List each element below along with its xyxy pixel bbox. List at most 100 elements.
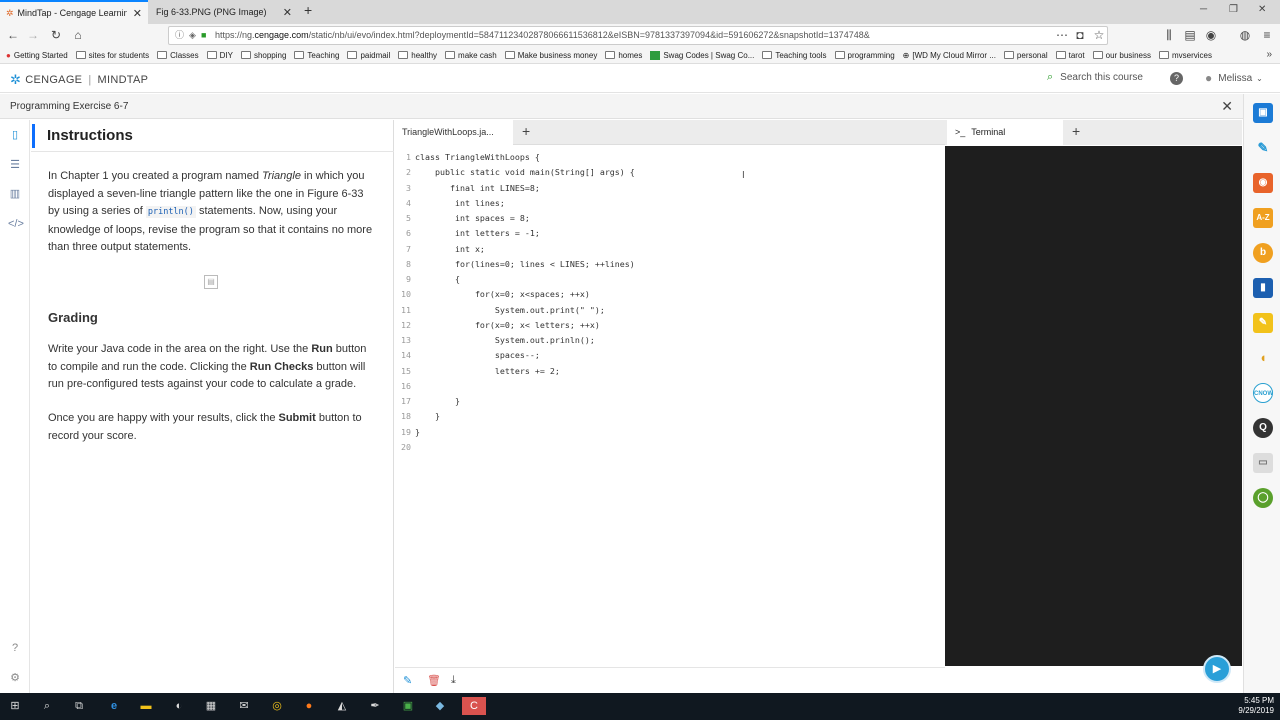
task-view-icon[interactable]: ⧉ <box>69 697 89 715</box>
chart-icon[interactable]: ▥ <box>8 187 22 201</box>
code-line[interactable]: 9 { <box>395 272 945 287</box>
bookmark-item[interactable]: DIY <box>206 51 233 60</box>
account-icon[interactable]: ◉ <box>1203 27 1219 43</box>
bookmark-item[interactable]: Make business money <box>504 51 597 60</box>
code-line[interactable]: 19} <box>395 425 945 440</box>
cengage-mindtap-logo[interactable]: ✲ CENGAGE | MINDTAP <box>10 72 148 88</box>
code-line[interactable]: 14 spaces--; <box>395 348 945 363</box>
code-line[interactable]: 1 class TriangleWithLoops { <box>395 150 945 165</box>
b-circle-icon[interactable]: b <box>1253 243 1273 263</box>
bookmark-item[interactable]: homes <box>605 51 642 60</box>
library-icon[interactable]: ⫼ <box>1161 27 1177 43</box>
code-line[interactable]: 7 int x; <box>395 242 945 257</box>
code-line[interactable]: 20 <box>395 440 945 455</box>
bookmark-item[interactable]: healthy <box>398 51 437 60</box>
code-line[interactable]: 17 } <box>395 394 945 409</box>
audio-icon[interactable]: ◖ <box>1253 348 1273 368</box>
notes-icon[interactable]: ✎ <box>1253 313 1273 333</box>
code-line[interactable]: 2 public static void main(String[] args)… <box>395 165 945 180</box>
code-line[interactable]: 18 } <box>395 409 945 424</box>
mail-icon[interactable]: ✉ <box>234 697 254 715</box>
browser-tab-mindtap[interactable]: ✲ MindTap - Cengage Learning ✕ <box>0 0 148 24</box>
bookmark-item[interactable]: make cash <box>445 51 497 60</box>
download-icon[interactable]: ⤓ <box>451 674 456 687</box>
rss-icon[interactable]: ◉ <box>1253 173 1273 193</box>
page-actions-icon[interactable]: ⋯ <box>1054 27 1070 43</box>
terminal-output[interactable] <box>945 146 1242 666</box>
app-icon[interactable]: ◆ <box>430 697 450 715</box>
code-area[interactable]: 1 class TriangleWithLoops {2 public stati… <box>395 150 945 455</box>
browser-tab-image[interactable]: Fig 6-33.PNG (PNG Image) ✕ <box>150 0 298 24</box>
run-play-button[interactable]: ▶ <box>1203 655 1231 683</box>
code-line[interactable]: 16 <box>395 379 945 394</box>
code-icon[interactable]: </> <box>8 217 24 231</box>
bookmark-item[interactable]: programming <box>834 51 895 60</box>
bookmark-item[interactable]: ⊕ [WD My Cloud Mirror ... <box>903 51 996 60</box>
add-file-icon[interactable]: + <box>522 123 530 139</box>
edit-pencil-icon[interactable]: ✎ <box>403 674 412 687</box>
sidebar-icon[interactable]: ▤ <box>1182 27 1198 43</box>
help-icon[interactable]: ? <box>1170 72 1183 85</box>
pocket-icon[interactable]: ◘ <box>1072 27 1088 43</box>
forward-icon[interactable]: → <box>25 27 41 43</box>
app-icon[interactable]: ◭ <box>332 697 352 715</box>
code-line[interactable]: 4 int lines; <box>395 196 945 211</box>
code-line[interactable]: 6 int letters = -1; <box>395 226 945 241</box>
code-line[interactable]: 11 System.out.print(" "); <box>395 303 945 318</box>
list-icon[interactable]: ☰ <box>8 158 22 172</box>
code-line[interactable]: 5 int spaces = 8; <box>395 211 945 226</box>
menu-icon[interactable]: ≡ <box>1259 27 1275 43</box>
active-app-icon[interactable]: C <box>462 697 486 715</box>
bookmark-item[interactable]: our business <box>1092 51 1151 60</box>
bookmark-item[interactable]: paidmail <box>347 51 390 60</box>
windows-start-icon[interactable]: ⊞ <box>5 697 25 715</box>
back-icon[interactable]: ← <box>5 27 21 43</box>
green-app-icon[interactable]: ◯ <box>1253 488 1273 508</box>
url-bar[interactable]: ⓘ ◈ ■ https://ng.cengage.com/static/nb/u… <box>168 26 1108 45</box>
code-line[interactable]: 13 System.out.prinln(); <box>395 333 945 348</box>
search-course-button[interactable]: ⌕ Search this course <box>1047 71 1143 84</box>
chrome-icon[interactable]: ◎ <box>267 697 287 715</box>
add-terminal-icon[interactable]: + <box>1072 123 1080 139</box>
code-line[interactable]: 15 letters += 2; <box>395 364 945 379</box>
close-tab-icon[interactable]: ✕ <box>133 7 142 20</box>
green-app-icon[interactable]: ▣ <box>398 697 418 715</box>
editor-file-tab[interactable]: TriangleWithLoops.ja... <box>395 120 513 145</box>
bookmark-item[interactable]: sites for students <box>75 51 149 60</box>
pencil-icon[interactable]: ✎ <box>1253 138 1273 158</box>
code-line[interactable]: 8 for(lines=0; lines < LINES; ++lines) <box>395 257 945 272</box>
bookmark-item[interactable]: Teaching <box>294 51 339 60</box>
close-exercise-icon[interactable]: ✕ <box>1221 94 1233 119</box>
bookmark-item[interactable]: personal <box>1003 51 1048 60</box>
bookmark-item[interactable]: tarot <box>1055 51 1085 60</box>
document-icon[interactable]: ▭ <box>1253 453 1273 473</box>
code-line[interactable]: 3 final int LINES=8; <box>395 181 945 196</box>
cnow-icon[interactable]: CNOW <box>1253 383 1273 403</box>
edge-icon[interactable]: e <box>104 697 124 715</box>
taskbar-search-icon[interactable]: ⌕ <box>37 697 57 715</box>
dictionary-az-icon[interactable]: A-Z <box>1253 208 1273 228</box>
store-icon[interactable]: ▦ <box>201 697 221 715</box>
bookmark-item[interactable]: Swag Codes | Swag Co... <box>650 50 754 60</box>
more-bookmarks-icon[interactable]: » <box>1266 49 1272 60</box>
bookmark-item[interactable]: shopping <box>240 51 286 60</box>
settings-gear-icon[interactable]: ⚙ <box>8 671 22 685</box>
new-tab-icon[interactable]: + <box>304 2 312 18</box>
book-icon[interactable]: ▯ <box>8 128 22 142</box>
briefcase-icon[interactable]: ▣ <box>1253 103 1273 123</box>
reload-icon[interactable]: ↻ <box>48 27 64 43</box>
code-line[interactable]: 12 for(x=0; x< letters; ++x) <box>395 318 945 333</box>
firefox-taskbar-icon[interactable]: ● <box>299 697 319 715</box>
close-tab-icon[interactable]: ✕ <box>283 6 292 19</box>
system-clock[interactable]: 5:45 PM 9/29/2019 <box>1238 696 1274 716</box>
help-circle-icon[interactable]: ? <box>8 641 22 655</box>
bookmark-item[interactable]: Classes <box>157 51 199 60</box>
book-blue-icon[interactable]: ▮ <box>1253 278 1273 298</box>
file-explorer-icon[interactable]: ▬ <box>136 697 156 715</box>
delete-trash-icon[interactable]: 🗑 <box>427 674 441 687</box>
bookmark-item[interactable]: mvservices <box>1158 51 1212 60</box>
restore-icon[interactable]: ❐ <box>1229 4 1238 15</box>
app-icon[interactable]: ◐ <box>169 697 189 715</box>
minimize-icon[interactable]: ─ <box>1200 4 1207 15</box>
code-line[interactable]: 10 for(x=0; x<spaces; ++x) <box>395 287 945 302</box>
